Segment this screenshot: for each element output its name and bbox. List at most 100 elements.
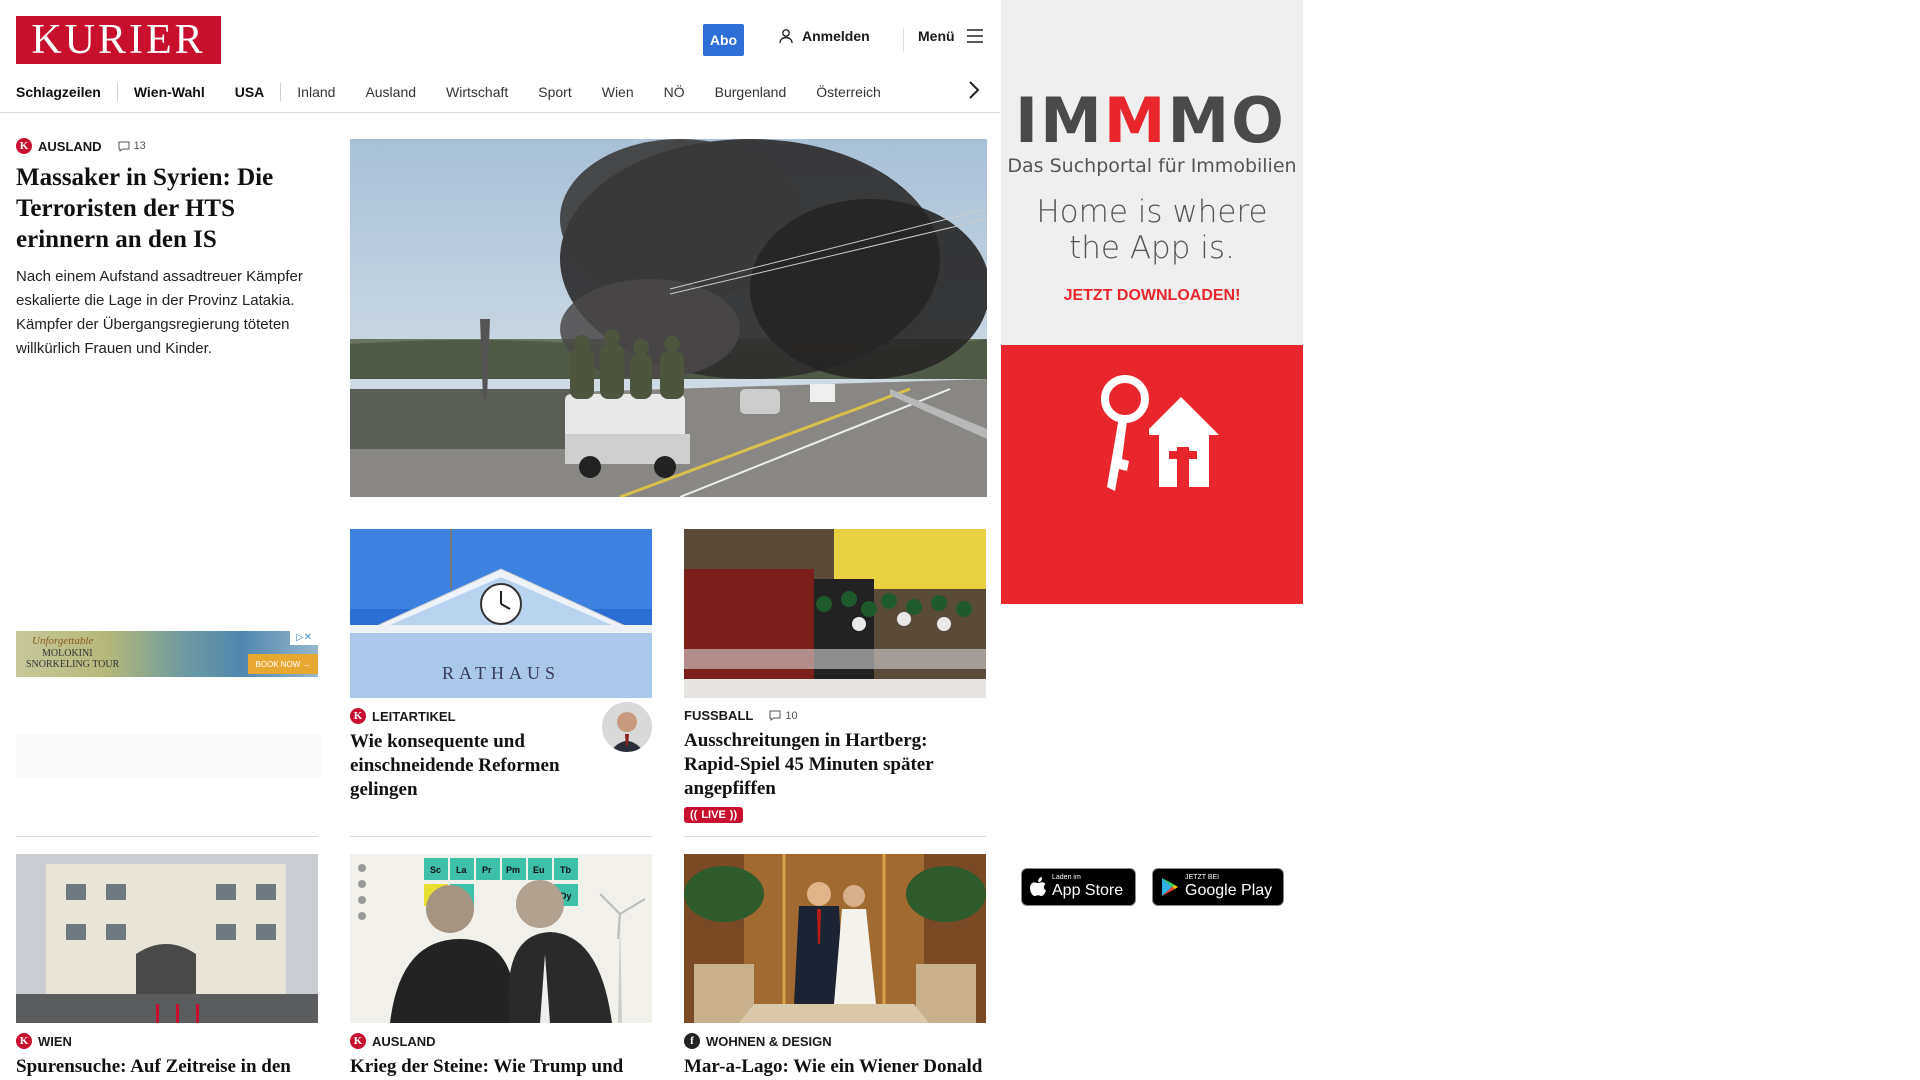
app-store-button[interactable]: Laden im App Store bbox=[1021, 868, 1136, 906]
row-divider bbox=[350, 836, 652, 837]
row-divider bbox=[16, 836, 318, 837]
apple-icon bbox=[1030, 877, 1046, 896]
lead-image[interactable] bbox=[350, 139, 987, 497]
app-store-label: App Store bbox=[1052, 882, 1124, 899]
article-card-leitartikel[interactable]: RATHAUS K LEITARTIKEL Wie konsequente un… bbox=[350, 529, 652, 802]
nav-item-inland[interactable]: Inland bbox=[297, 84, 335, 100]
nav-item-sport[interactable]: Sport bbox=[538, 84, 571, 100]
freizeit-badge-icon: f bbox=[684, 1033, 700, 1049]
nav-item-wien-wahl[interactable]: Wien-Wahl bbox=[134, 84, 205, 100]
comment-icon bbox=[769, 710, 781, 721]
immmo-ad-top: IMMMO Das Suchportal für Immobilien Home… bbox=[1001, 0, 1303, 345]
kicker-label: WIEN bbox=[38, 1033, 72, 1049]
kicker-label: WOHNEN & DESIGN bbox=[706, 1033, 832, 1049]
article-kicker: K AUSLAND 13 bbox=[16, 138, 321, 154]
immmo-ad-bottom: Laden im App Store JETZT BEI Google Play bbox=[1001, 345, 1303, 906]
user-icon bbox=[779, 29, 793, 44]
ad-title: MOLOKINI bbox=[42, 648, 93, 659]
rathaus-image[interactable]: RATHAUS bbox=[350, 529, 652, 698]
mar-a-lago-image[interactable] bbox=[684, 854, 986, 1023]
google-play-button[interactable]: JETZT BEI Google Play bbox=[1152, 868, 1284, 906]
site-header: KURIER Abo Anmelden Menü Schlagzeilen Wi… bbox=[0, 0, 1000, 112]
lead-article[interactable]: K AUSLAND 13 Massaker in Syrien: Die Ter… bbox=[16, 138, 321, 361]
immmo-ad[interactable]: IMMMO Das Suchportal für Immobilien Home… bbox=[1001, 0, 1303, 906]
article-card-ausland[interactable]: Sc La Pr Pm Eu Tb Dy Y Nd K AUSLAND Krie… bbox=[350, 854, 652, 1080]
kurier-k-badge-icon: K bbox=[16, 138, 32, 154]
article-kicker: K AUSLAND bbox=[350, 1033, 652, 1049]
gemeindebau-image[interactable] bbox=[16, 854, 318, 1023]
kicker-label: LEITARTIKEL bbox=[372, 708, 456, 724]
abo-button[interactable]: Abo bbox=[703, 24, 744, 56]
article-kicker: FUSSBALL 10 bbox=[684, 708, 986, 723]
download-cta[interactable]: JETZT DOWNLOADEN! bbox=[1001, 287, 1303, 305]
kicker-label: AUSLAND bbox=[372, 1033, 436, 1049]
card-title[interactable]: Spurensuche: Auf Zeitreise in den Gemein… bbox=[16, 1055, 318, 1080]
immmo-logo: IMMMO bbox=[1015, 84, 1286, 157]
ad-choices-icon[interactable]: ▷✕ bbox=[290, 631, 318, 645]
card-title[interactable]: Mar-a-Lago: Wie ein Wiener Donald Trumps… bbox=[684, 1055, 986, 1080]
lead-teaser: Nach einem Aufstand assadtreuer Kämpfer … bbox=[16, 268, 303, 357]
nav-divider bbox=[116, 83, 118, 101]
comment-count[interactable]: 10 bbox=[769, 709, 798, 722]
kicker-label: FUSSBALL bbox=[684, 708, 754, 723]
snorkeling-ad-banner[interactable]: Unforgettable MOLOKINI SNORKELING TOUR B… bbox=[16, 631, 318, 677]
header-divider bbox=[903, 28, 904, 52]
element-tile: Pr bbox=[482, 865, 492, 875]
live-signal-icon: (( bbox=[690, 809, 698, 821]
article-card-wien[interactable]: K WIEN Spurensuche: Auf Zeitreise in den… bbox=[16, 854, 318, 1080]
article-card-wohnen-design[interactable]: f WOHNEN & DESIGN Mar-a-Lago: Wie ein Wi… bbox=[684, 854, 986, 1080]
element-tile: La bbox=[456, 865, 467, 875]
google-play-icon bbox=[1162, 878, 1178, 896]
login-button[interactable]: Anmelden bbox=[778, 28, 870, 44]
nav-divider bbox=[280, 83, 282, 101]
article-kicker: f WOHNEN & DESIGN bbox=[684, 1033, 986, 1049]
comment-count[interactable]: 13 bbox=[118, 140, 146, 152]
kurier-logo[interactable]: KURIER bbox=[16, 16, 221, 64]
comment-count-value: 10 bbox=[785, 709, 798, 722]
nav-item-wirtschaft[interactable]: Wirtschaft bbox=[446, 84, 508, 100]
kurier-k-badge-icon: K bbox=[16, 1033, 32, 1049]
nav-item-noe[interactable]: NÖ bbox=[664, 84, 685, 100]
article-card-fussball[interactable]: FUSSBALL 10 Ausschreitungen in Hartberg:… bbox=[684, 529, 986, 823]
ad-book-now-button[interactable]: BOOK NOW → bbox=[248, 654, 318, 674]
kurier-k-badge-icon: K bbox=[350, 1033, 366, 1049]
menu-label: Menü bbox=[918, 28, 955, 44]
chevron-right-icon[interactable] bbox=[967, 79, 981, 101]
google-play-small-label: JETZT BEI bbox=[1185, 874, 1220, 881]
card-title[interactable]: Wie konsequente und einschneidende Refor… bbox=[350, 730, 580, 802]
element-tile: Tb bbox=[560, 865, 571, 875]
logo-text: KURIER bbox=[31, 17, 206, 63]
comment-count-value: 13 bbox=[133, 140, 146, 152]
hamburger-icon bbox=[966, 29, 983, 43]
house-key-icon bbox=[1101, 375, 1219, 491]
google-play-label: Google Play bbox=[1185, 882, 1273, 899]
menu-button[interactable]: Menü bbox=[918, 28, 983, 44]
trump-zelensky-image[interactable]: Sc La Pr Pm Eu Tb Dy Y Nd bbox=[350, 854, 652, 1023]
element-tile: Eu bbox=[533, 865, 545, 875]
stadium-image[interactable] bbox=[684, 529, 986, 698]
nav-item-oesterreich[interactable]: Österreich bbox=[816, 84, 881, 100]
ad-script-text: Unforgettable bbox=[32, 635, 94, 647]
comment-icon bbox=[118, 141, 130, 152]
ad-placeholder bbox=[16, 735, 321, 779]
live-badge: (( LIVE )) bbox=[684, 807, 744, 823]
live-signal-icon: )) bbox=[729, 809, 738, 821]
card-title[interactable]: Krieg der Steine: Wie Trump und der Rest… bbox=[350, 1055, 652, 1080]
login-label: Anmelden bbox=[802, 28, 870, 44]
rathaus-sign: RATHAUS bbox=[442, 663, 560, 683]
ad-subtitle: SNORKELING TOUR bbox=[26, 659, 120, 670]
row-divider bbox=[684, 836, 986, 837]
section-nav: Schlagzeilen Wien-Wahl USA Inland Auslan… bbox=[16, 80, 984, 104]
immmo-headline: Home is where the App is. bbox=[1036, 194, 1268, 266]
lead-title[interactable]: Massaker in Syrien: Die Terroristen der … bbox=[16, 162, 321, 255]
kicker-label: AUSLAND bbox=[38, 138, 102, 154]
nav-item-schlagzeilen[interactable]: Schlagzeilen bbox=[16, 84, 101, 100]
nav-item-usa[interactable]: USA bbox=[235, 84, 265, 100]
article-kicker: K WIEN bbox=[16, 1033, 318, 1049]
nav-item-ausland[interactable]: Ausland bbox=[365, 84, 416, 100]
kurier-k-badge-icon: K bbox=[350, 708, 366, 724]
nav-item-wien[interactable]: Wien bbox=[602, 84, 634, 100]
app-store-small-label: Laden im bbox=[1052, 874, 1081, 881]
nav-item-burgenland[interactable]: Burgenland bbox=[715, 84, 787, 100]
card-title[interactable]: Ausschreitungen in Hartberg: Rapid-Spiel… bbox=[684, 729, 986, 801]
